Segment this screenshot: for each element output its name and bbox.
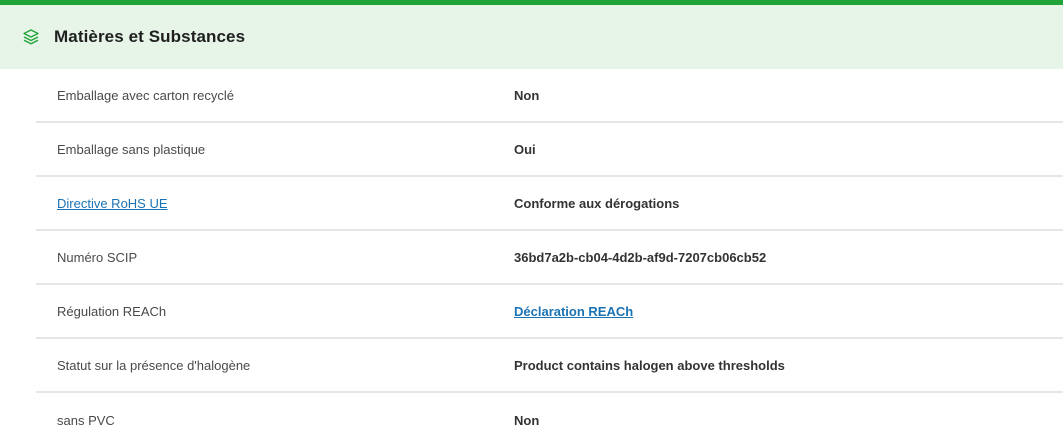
scip-number-value: 36bd7a2b-cb04-4d2b-af9d-7207cb06cb52 (514, 249, 767, 265)
row-label: Numéro SCIP (57, 249, 138, 265)
row-label: sans PVC (57, 412, 115, 428)
table-row: Directive RoHS UE Conforme aux dérogatio… (36, 177, 1063, 231)
row-label: Emballage sans plastique (57, 141, 206, 157)
table-row: Emballage sans plastique Oui (36, 123, 1063, 177)
row-label: Emballage avec carton recyclé (57, 87, 235, 103)
row-label: Statut sur la présence d'halogène (57, 357, 251, 373)
row-value: Oui (514, 141, 536, 157)
section-header[interactable]: Matières et Substances (0, 5, 1063, 69)
row-value: Conforme aux dérogations (514, 195, 680, 211)
layers-icon (22, 26, 44, 48)
section-title: Matières et Substances (54, 27, 246, 46)
reach-declaration-link[interactable]: Déclaration REACh (514, 304, 633, 319)
table-row: sans PVC Non (36, 393, 1063, 447)
table-row: Régulation REACh Déclaration REACh (36, 285, 1063, 339)
table-row: Numéro SCIP 36bd7a2b-cb04-4d2b-af9d-7207… (36, 231, 1063, 285)
row-value: Non (514, 412, 540, 428)
table-row: Statut sur la présence d'halogène Produc… (36, 339, 1063, 393)
attribute-list: Emballage avec carton recyclé Non Emball… (36, 69, 1063, 447)
table-row: Emballage avec carton recyclé Non (36, 69, 1063, 123)
row-label: Régulation REACh (57, 303, 167, 319)
materials-substances-panel: Matières et Substances Emballage avec ca… (0, 0, 1063, 447)
row-value: Product contains halogen above threshold… (514, 357, 785, 373)
row-value: Non (514, 87, 540, 103)
rohs-directive-link[interactable]: Directive RoHS UE (57, 196, 168, 211)
